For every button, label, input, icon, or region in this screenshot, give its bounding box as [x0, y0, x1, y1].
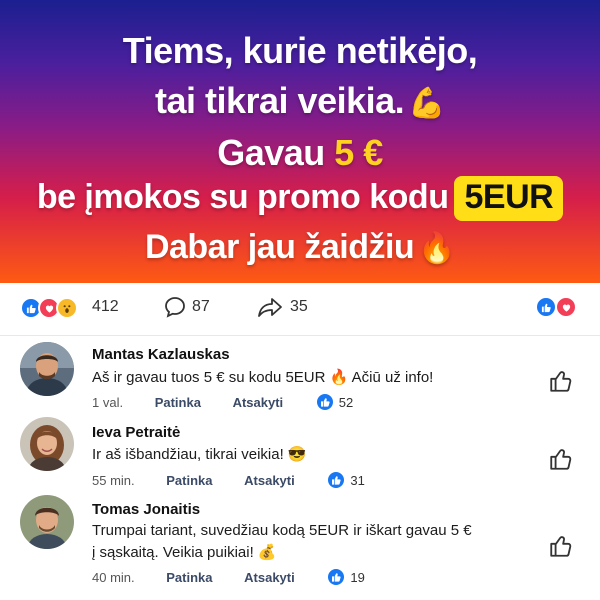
reply-action-link[interactable]: Atsakyti: [233, 395, 284, 410]
thumbs-up-icon[interactable]: [548, 368, 574, 394]
promo-banner: Tiems, kurie netikėjo, tai tikrai veikia…: [0, 0, 600, 283]
banner-line-1: Tiems, kurie netikėjo,: [122, 30, 478, 71]
love-icon: [555, 296, 577, 318]
like-icon: [328, 569, 345, 585]
banner-line-5-text: Dabar jau žaidžiu: [144, 228, 415, 266]
like-action-link[interactable]: Patinka: [155, 395, 201, 410]
banner-line-4: be įmokos su promo kodu 5EUR: [0, 176, 600, 221]
comment-like-count[interactable]: 52: [316, 394, 354, 410]
bonus-amount: 5 €: [334, 132, 383, 173]
like-count-value: 19: [350, 570, 365, 585]
comment-meta: 1 val. Patinka Atsakyti 52: [92, 394, 353, 410]
comment-meta: 55 min. Patinka Atsakyti 31: [92, 472, 365, 488]
comment-count[interactable]: 87: [192, 298, 210, 316]
thumbs-up-icon[interactable]: [548, 446, 574, 472]
comment-text: Ir aš išbandžiau, tikrai veikia! 😎: [92, 446, 307, 463]
banner-line-4-text: be įmokos su promo kodu: [36, 178, 449, 216]
like-icon: [535, 296, 557, 318]
comment-time: 1 val.: [92, 395, 124, 410]
comment-author[interactable]: Mantas Kazlauskas: [92, 346, 230, 363]
comment-like-count[interactable]: 31: [328, 472, 365, 488]
like-action-link[interactable]: Patinka: [166, 570, 212, 585]
like-icon: [328, 472, 345, 488]
comment-author[interactable]: Tomas Jonaitis: [92, 501, 200, 518]
reply-action-link[interactable]: Atsakyti: [244, 570, 295, 585]
comment-like-count[interactable]: 19: [328, 569, 365, 585]
like-icon: [316, 394, 333, 410]
share-count[interactable]: 35: [290, 298, 308, 316]
thumbs-up-icon[interactable]: [548, 533, 574, 559]
like-count-value: 31: [350, 473, 365, 488]
banner-line-5: Dabar jau žaidžiu 🔥: [0, 228, 600, 267]
comment-author[interactable]: Ieva Petraitė: [92, 424, 180, 441]
banner-line-2-text: tai tikrai veikia.: [154, 80, 405, 121]
wow-icon: [56, 297, 78, 319]
like-count-value: 52: [338, 395, 354, 410]
avatar[interactable]: [20, 342, 74, 396]
fire-icon: 🔥: [418, 232, 456, 265]
banner-line-3-prefix: Gavau: [217, 132, 335, 173]
like-action-link[interactable]: Patinka: [166, 473, 212, 488]
comment-text: Aš ir gavau tuos 5 € su kodu 5EUR 🔥 Ačiū…: [92, 369, 434, 386]
reply-action-link[interactable]: Atsakyti: [244, 473, 295, 488]
comment-time: 40 min.: [92, 570, 135, 585]
promo-code-badge: 5EUR: [454, 176, 564, 221]
post-stats-bar: 412 87 35: [0, 283, 600, 336]
avatar[interactable]: [20, 495, 74, 549]
comment-icon[interactable]: [163, 295, 187, 319]
banner-line-2: tai tikrai veikia. 💪: [0, 80, 600, 122]
comment-time: 55 min.: [92, 473, 135, 488]
share-icon[interactable]: [257, 295, 283, 319]
banner-line-3: Gavau 5 €: [0, 132, 600, 174]
reaction-icons-right[interactable]: [535, 296, 583, 320]
avatar[interactable]: [20, 417, 74, 471]
reaction-count[interactable]: 412: [92, 298, 119, 316]
flexed-biceps-icon: 💪: [408, 87, 445, 120]
comment-text: Trumpai tariant, suvedžiau kodą 5EUR ir …: [92, 522, 472, 561]
comment-meta: 40 min. Patinka Atsakyti 19: [92, 569, 365, 585]
